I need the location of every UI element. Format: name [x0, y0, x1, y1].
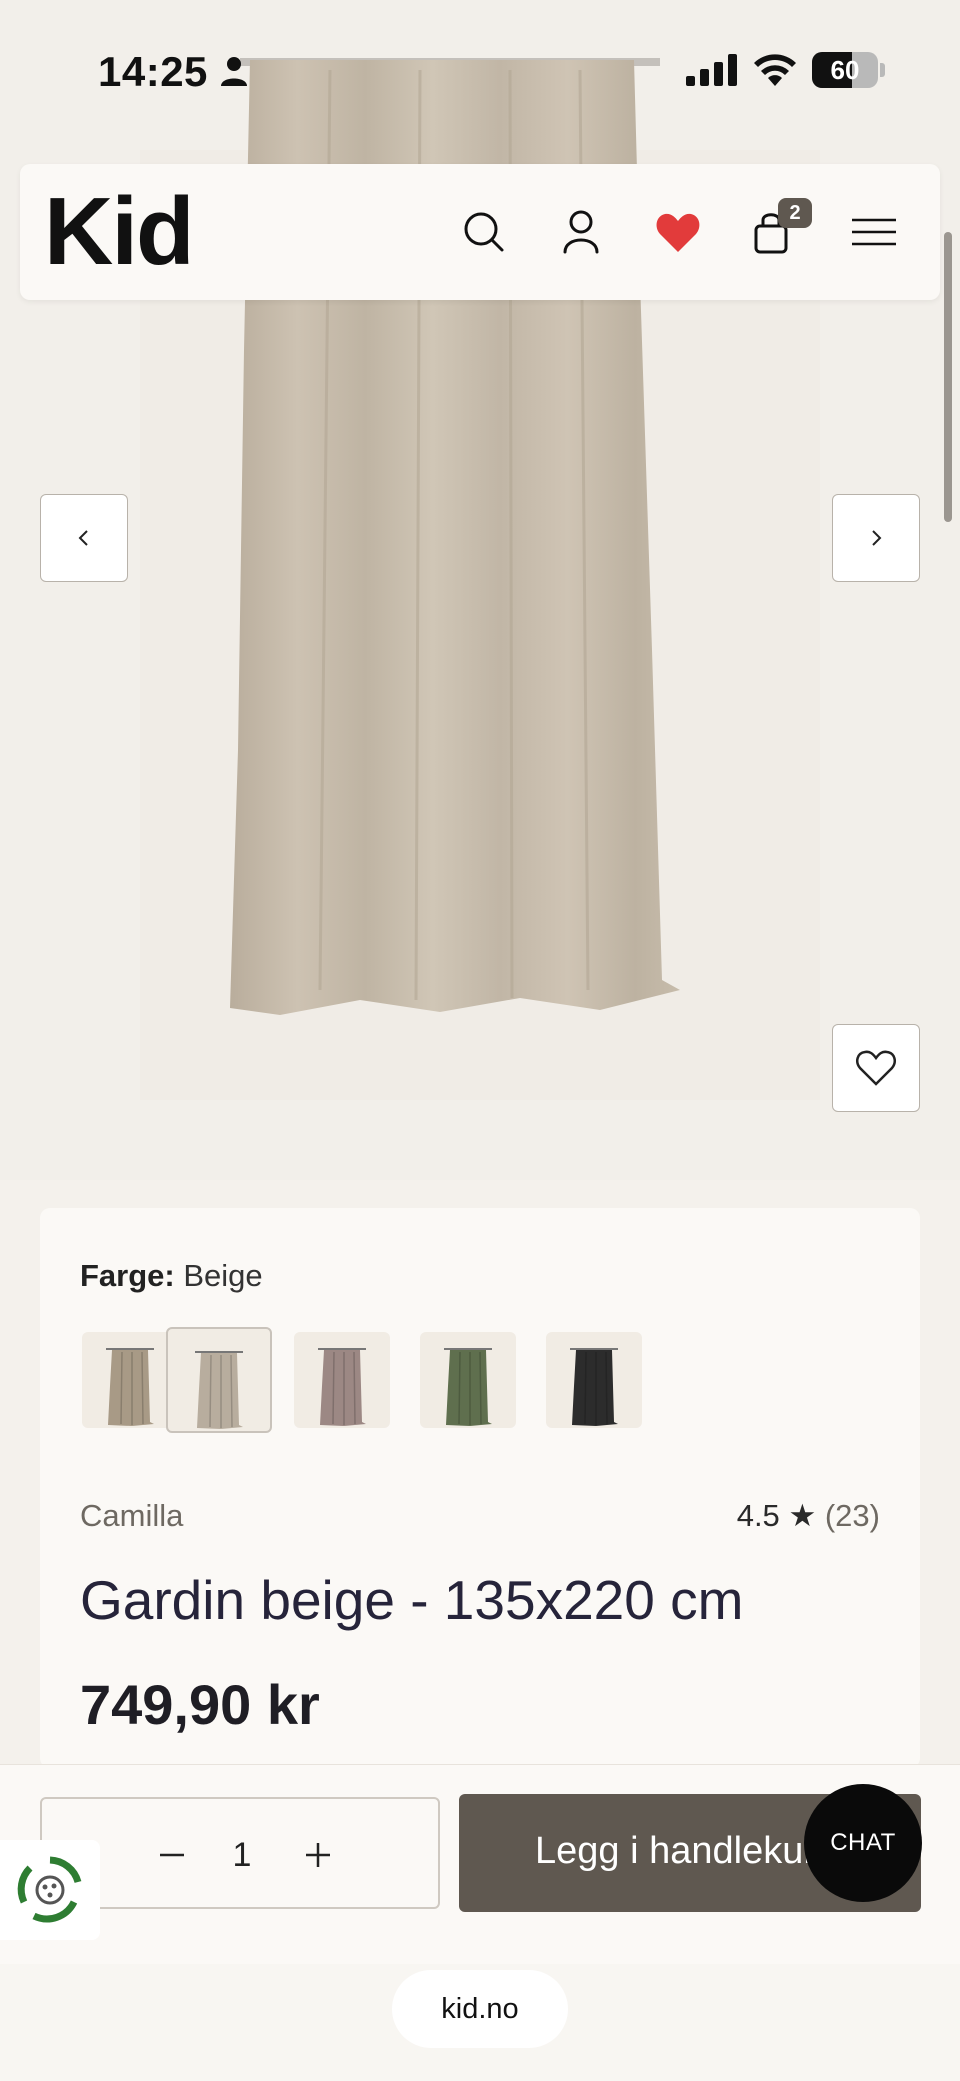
review-count: (23) — [824, 1498, 880, 1533]
product-info-card: Farge: Beige Camilla 4.5 ★ (23) Gardin b… — [40, 1208, 920, 1768]
battery-icon: 60 — [812, 52, 878, 88]
product-title: Gardin beige - 135x220 cm — [80, 1569, 744, 1631]
cellular-signal-icon — [686, 54, 737, 86]
heart-outline-icon — [856, 1050, 896, 1086]
swatch-curtain-thumbnail — [318, 1348, 366, 1426]
wishlist-button[interactable] — [832, 1024, 920, 1112]
recycle-badge[interactable] — [0, 1840, 100, 1940]
cart-button[interactable]: 2 — [750, 198, 812, 258]
search-icon[interactable] — [458, 206, 510, 258]
quantity-value[interactable]: 1 — [212, 1827, 272, 1883]
quantity-decrease-button[interactable] — [144, 1827, 200, 1883]
browser-url-pill[interactable]: kid.no — [392, 1970, 568, 2048]
page-scrollbar[interactable] — [944, 232, 952, 522]
chat-button[interactable]: CHAT — [804, 1784, 922, 1902]
color-swatch[interactable] — [166, 1327, 272, 1433]
chevron-left-icon — [78, 530, 88, 546]
chevron-right-icon — [872, 530, 882, 546]
star-icon: ★ — [788, 1498, 817, 1533]
cart-count-badge: 2 — [778, 198, 812, 228]
swatch-curtain-thumbnail — [570, 1348, 618, 1426]
account-icon[interactable] — [555, 206, 607, 258]
recycle-icon — [17, 1856, 82, 1923]
product-price: 749,90 kr — [80, 1673, 320, 1736]
person-icon — [221, 57, 247, 86]
add-to-cart-label: Legg i handlekurv — [535, 1830, 835, 1872]
quantity-increase-button[interactable] — [290, 1827, 346, 1883]
gallery-prev-button[interactable] — [40, 494, 128, 582]
gallery-next-button[interactable] — [832, 494, 920, 582]
status-time: 14:25 — [98, 48, 208, 95]
wifi-icon — [754, 54, 796, 86]
rating-value: 4.5 — [736, 1498, 780, 1533]
menu-icon[interactable] — [848, 206, 900, 258]
color-swatch[interactable] — [546, 1332, 642, 1428]
battery-nub — [880, 63, 885, 77]
site-logo[interactable]: Kid — [44, 182, 195, 282]
color-label-key: Farge: — [80, 1258, 175, 1293]
quantity-stepper: 1 — [40, 1797, 440, 1909]
heart-icon[interactable] — [652, 206, 704, 258]
color-swatch[interactable] — [82, 1332, 178, 1428]
plus-icon — [306, 1843, 330, 1867]
swatch-curtain-thumbnail — [106, 1348, 154, 1426]
color-selector-label: Farge: Beige — [80, 1258, 263, 1294]
color-label-value: Beige — [183, 1258, 263, 1293]
battery-level: 60 — [830, 54, 860, 85]
site-header: Kid 2 — [20, 164, 940, 300]
swatch-curtain-thumbnail — [444, 1348, 492, 1426]
swatch-curtain-thumbnail — [195, 1351, 243, 1429]
color-swatch[interactable] — [420, 1332, 516, 1428]
product-brand[interactable]: Camilla — [80, 1498, 183, 1534]
color-swatch[interactable] — [294, 1332, 390, 1428]
status-bar: 14:25 60 — [0, 0, 960, 140]
product-rating[interactable]: 4.5 ★ (23) — [737, 1498, 880, 1534]
minus-icon — [160, 1853, 184, 1857]
